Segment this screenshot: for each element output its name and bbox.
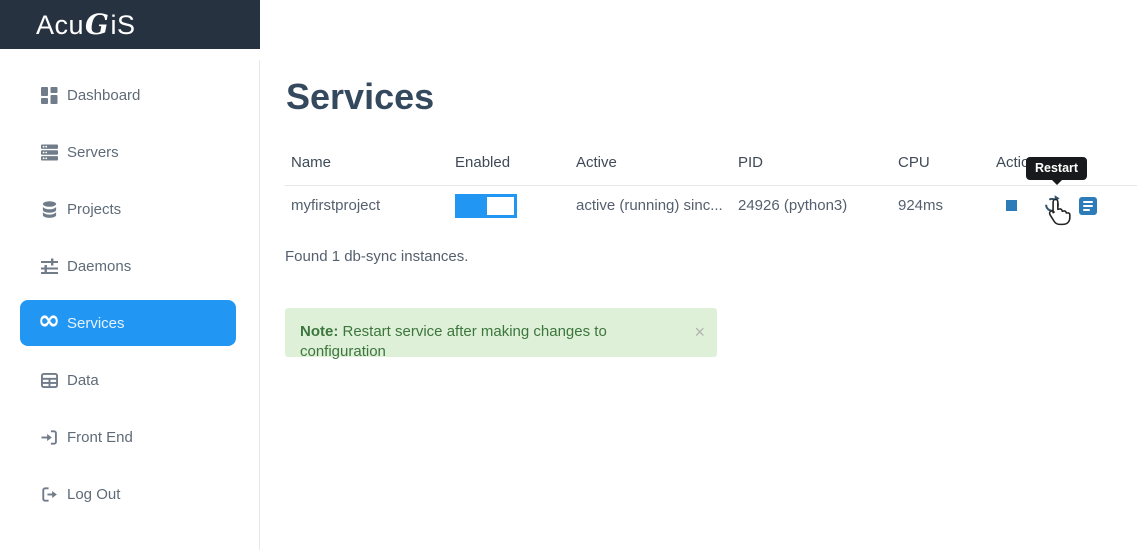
found-instances-text: Found 1 db-sync instances. (285, 248, 468, 265)
sidebar-item-data[interactable]: Data (20, 357, 236, 403)
sidebar-item-services[interactable]: ∞ Services (20, 300, 236, 346)
sidebar-item-label: Log Out (67, 486, 120, 503)
restart-icon[interactable] (1043, 195, 1061, 217)
brand-logo-g: G (85, 8, 109, 41)
sliders-icon (40, 257, 58, 275)
col-header-active: Active (570, 146, 732, 186)
service-cpu: 924ms (892, 186, 990, 226)
sidebar-item-label: Projects (67, 201, 121, 218)
service-active-status: active (running) sinc... (570, 186, 732, 226)
enabled-toggle[interactable] (455, 194, 517, 218)
servers-icon (40, 143, 58, 161)
table-icon (40, 371, 58, 389)
service-name: myfirstproject (285, 186, 449, 226)
table-header-row: Name Enabled Active PID CPU Actions (285, 146, 1137, 186)
sign-in-icon (40, 428, 58, 446)
database-icon (40, 200, 58, 218)
table-row: myfirstproject active (running) sinc... … (285, 186, 1137, 226)
sidebar: Dashboard Servers Proj (0, 60, 260, 550)
sidebar-item-label: Servers (67, 144, 119, 161)
sidebar-item-daemons[interactable]: Daemons (20, 243, 236, 289)
note-alert: Note: Restart service after making chang… (285, 308, 717, 357)
actions-cell (996, 195, 1129, 217)
col-header-cpu: CPU (892, 146, 990, 186)
log-out-icon (40, 485, 58, 503)
sidebar-item-label: Services (67, 315, 125, 332)
brand-header: AcuGiS (0, 0, 260, 49)
toggle-knob (487, 197, 514, 215)
sidebar-item-label: Data (67, 372, 99, 389)
service-pid: 24926 (python3) (732, 186, 892, 226)
sidebar-item-front-end[interactable]: Front End (20, 414, 236, 460)
main-content: Services Name Enabled Active PID CPU Act… (260, 0, 1137, 550)
sidebar-item-servers[interactable]: Servers (20, 129, 236, 175)
note-text: Restart service after making changes to … (300, 323, 607, 360)
col-header-enabled: Enabled (449, 146, 570, 186)
restart-tooltip: Restart (1026, 157, 1087, 180)
services-table: Name Enabled Active PID CPU Actions myfi… (285, 146, 1137, 226)
infinity-icon: ∞ (40, 314, 58, 332)
page-title: Services (286, 76, 434, 118)
brand-logo: AcuGiS (36, 8, 135, 41)
sidebar-item-log-out[interactable]: Log Out (20, 471, 236, 517)
close-icon[interactable]: × (694, 322, 705, 342)
note-label: Note: (300, 323, 338, 340)
logs-icon[interactable] (1079, 197, 1097, 215)
sidebar-item-dashboard[interactable]: Dashboard (20, 72, 236, 118)
sidebar-item-projects[interactable]: Projects (20, 186, 236, 232)
sidebar-item-label: Dashboard (67, 87, 140, 104)
dashboard-icon (40, 86, 58, 104)
stop-icon[interactable] (1006, 200, 1017, 211)
col-header-pid: PID (732, 146, 892, 186)
sidebar-item-label: Daemons (67, 258, 131, 275)
col-header-name: Name (285, 146, 449, 186)
sidebar-item-label: Front End (67, 429, 133, 446)
